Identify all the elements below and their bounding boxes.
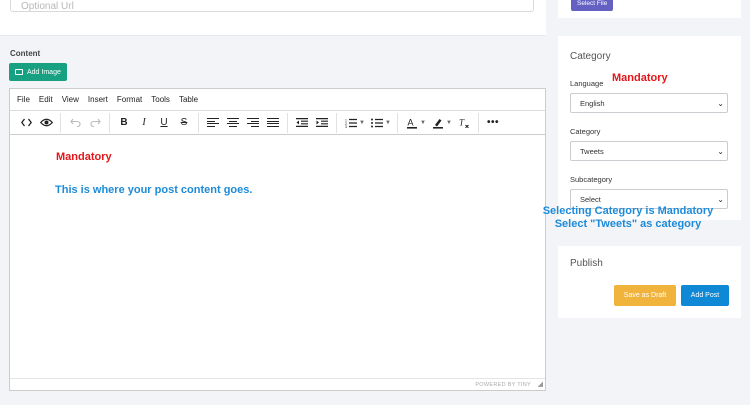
toolbar-divider: [478, 112, 479, 133]
svg-text:3: 3: [345, 125, 347, 128]
rich-text-editor: File Edit View Insert Format Tools Table…: [9, 88, 546, 391]
category-card: Category Language Mandatory English ⌄ Ca…: [558, 36, 741, 220]
toolbar-divider: [287, 112, 288, 133]
publish-card: Publish Save as Draft Add Post: [558, 246, 741, 318]
more-options-icon[interactable]: •••: [483, 113, 503, 133]
align-justify-icon[interactable]: [263, 113, 283, 133]
menu-table[interactable]: Table: [179, 95, 198, 104]
resize-handle-icon[interactable]: ◢: [538, 380, 543, 388]
chevron-down-icon[interactable]: ▼: [418, 120, 428, 126]
powered-by-text: POWERED BY TINY: [475, 382, 531, 388]
subcategory-label: Subcategory: [570, 175, 613, 184]
chevron-down-icon[interactable]: ▼: [383, 120, 393, 126]
align-center-icon[interactable]: [223, 113, 243, 133]
toolbar-divider: [60, 112, 61, 133]
menu-edit[interactable]: Edit: [39, 95, 53, 104]
subcategory-select-value: Select: [580, 194, 601, 204]
add-image-button[interactable]: Add Image: [9, 63, 67, 81]
outdent-icon[interactable]: [292, 113, 312, 133]
language-label: Language: [570, 79, 604, 88]
chevron-down-icon[interactable]: ▼: [357, 120, 367, 126]
mandatory-annotation: Mandatory: [56, 151, 112, 163]
save-as-draft-button[interactable]: Save as Draft: [614, 285, 676, 306]
url-card: [0, 0, 546, 36]
underline-icon[interactable]: U: [154, 113, 174, 133]
category-label: Category: [570, 127, 601, 136]
category-annotation: Selecting Category is Mandatory Select "…: [539, 205, 717, 231]
toolbar-divider: [336, 112, 337, 133]
language-select[interactable]: English ⌄: [570, 93, 728, 113]
category-select[interactable]: Tweets ⌄: [570, 141, 728, 161]
menu-tools[interactable]: Tools: [151, 95, 170, 104]
editor-content-area[interactable]: Mandatory This is where your post conten…: [10, 135, 545, 378]
optional-url-input[interactable]: [10, 0, 534, 12]
undo-icon[interactable]: [65, 113, 85, 133]
strikethrough-icon[interactable]: S: [174, 113, 194, 133]
chevron-down-icon: ⌄: [717, 195, 724, 204]
toolbar-divider: [198, 112, 199, 133]
menu-insert[interactable]: Insert: [88, 95, 108, 104]
language-mandatory-annotation: Mandatory: [612, 72, 668, 84]
add-image-label: Add Image: [27, 68, 61, 76]
menu-view[interactable]: View: [62, 95, 79, 104]
clear-formatting-icon[interactable]: T: [454, 113, 474, 133]
editor-statusbar: POWERED BY TINY: [10, 378, 545, 390]
toolbar-divider: [109, 112, 110, 133]
redo-icon[interactable]: [85, 113, 105, 133]
add-post-button[interactable]: Add Post: [681, 285, 729, 306]
category-select-value: Tweets: [580, 146, 604, 156]
chevron-down-icon: ⌄: [717, 147, 724, 156]
chevron-down-icon: ⌄: [717, 99, 724, 108]
svg-text:A: A: [408, 117, 414, 127]
bold-icon[interactable]: B: [114, 113, 134, 133]
chevron-down-icon[interactable]: ▼: [444, 120, 454, 126]
source-code-icon[interactable]: [16, 113, 36, 133]
select-file-button[interactable]: Select File: [571, 0, 614, 11]
category-annotation-line1: Selecting Category is Mandatory: [542, 205, 714, 217]
editor-toolbar: B I U S 123 ▼ ▼ A ▼ ▼ T •••: [10, 111, 545, 135]
svg-text:T: T: [459, 118, 465, 128]
toolbar-divider: [397, 112, 398, 133]
editor-menubar: File Edit View Insert Format Tools Table: [10, 89, 545, 111]
content-label: Content: [10, 49, 41, 58]
content-placeholder-annotation: This is where your post content goes.: [55, 184, 253, 196]
category-annotation-line2: Select "Tweets" as category: [554, 218, 702, 230]
menu-file[interactable]: File: [17, 95, 30, 104]
publish-card-title: Publish: [570, 258, 603, 269]
category-card-title: Category: [570, 51, 611, 62]
menu-format[interactable]: Format: [117, 95, 142, 104]
italic-icon[interactable]: I: [134, 113, 154, 133]
indent-icon[interactable]: [312, 113, 332, 133]
align-left-icon[interactable]: [203, 113, 223, 133]
align-right-icon[interactable]: [243, 113, 263, 133]
image-icon: [15, 69, 23, 75]
language-select-value: English: [580, 98, 605, 108]
preview-eye-icon[interactable]: [36, 113, 56, 133]
